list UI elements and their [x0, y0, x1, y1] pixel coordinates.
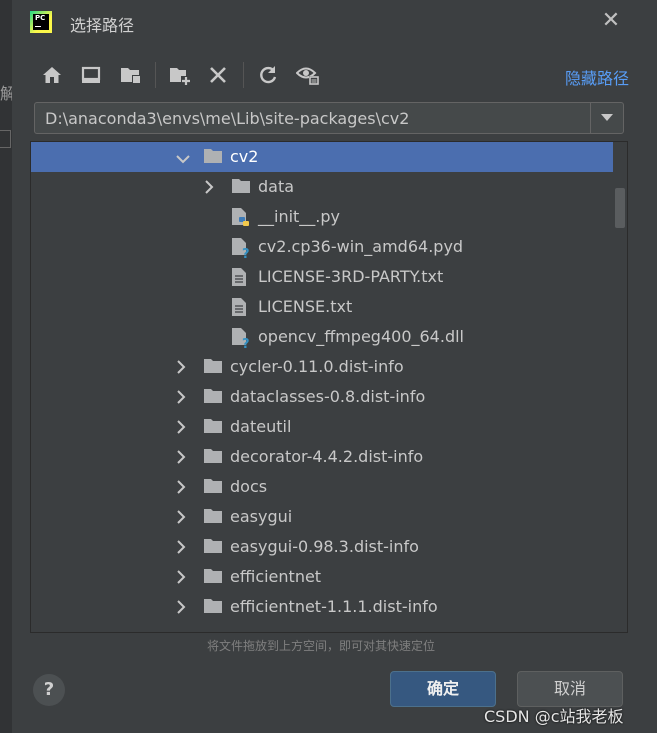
vertical-scrollbar[interactable] [613, 142, 627, 632]
folder-icon [203, 567, 223, 587]
tree-item-label: cv2.cp36-win_amd64.pyd [258, 237, 464, 256]
tree-item-label: opencv_ffmpeg400_64.dll [258, 327, 464, 346]
tree-folder-row[interactable]: dateutil [31, 412, 613, 442]
tree-folder-row[interactable]: data [31, 172, 613, 202]
text-file-icon [231, 297, 251, 317]
chevron-right-icon[interactable] [204, 179, 218, 195]
tree-file-row[interactable]: LICENSE.txt [31, 292, 613, 322]
folder-icon [203, 507, 223, 527]
tree-item-label: cv2 [230, 147, 259, 166]
folder-icon [203, 357, 223, 377]
tree-item-label: __init__.py [258, 207, 341, 226]
tree-item-label: LICENSE.txt [258, 297, 353, 316]
svg-text:?: ? [242, 337, 250, 349]
tree-folder-row[interactable]: easygui [31, 502, 613, 532]
tree-item-label: LICENSE-3RD-PARTY.txt [258, 267, 444, 286]
title-bar: PC 选择路径 ✕ [12, 0, 657, 44]
chevron-right-icon[interactable] [176, 419, 190, 435]
tree-item-label: efficientnet [230, 567, 322, 586]
chevron-down-icon [601, 114, 613, 121]
tree-file-row[interactable]: ? cv2.cp36-win_amd64.pyd [31, 232, 613, 262]
python-file-icon [231, 207, 251, 227]
close-icon: ✕ [601, 8, 621, 33]
tree-folder-row[interactable]: efficientnet-1.1.1.dist-info [31, 592, 613, 622]
hide-path-link[interactable]: 隐藏路径 [565, 65, 629, 89]
background-window-edge: 解 [0, 0, 16, 733]
project-folder-icon[interactable] [119, 63, 143, 87]
tree-item-label: efficientnet-1.1.1.dist-info [230, 597, 438, 616]
path-dropdown-button[interactable] [590, 103, 623, 133]
home-icon[interactable] [40, 63, 64, 87]
chevron-right-icon[interactable] [176, 509, 190, 525]
tree-item-label: decorator-4.4.2.dist-info [230, 447, 424, 466]
ok-button[interactable]: 确定 [390, 671, 496, 707]
folder-icon [203, 387, 223, 407]
select-path-dialog: PC 选择路径 ✕ 隐藏路径 D:\anaconda3\envs\me\Lib\… [12, 0, 657, 733]
tree-item-label: easygui [230, 507, 293, 526]
drag-drop-hint: 将文件拖放到上方空间，即可对其快速定位 [207, 639, 436, 653]
scrollbar-thumb[interactable] [615, 188, 625, 228]
tree-item-label: easygui-0.98.3.dist-info [230, 537, 419, 556]
tree-file-row[interactable]: LICENSE-3RD-PARTY.txt [31, 262, 613, 292]
tree-file-row[interactable]: ? opencv_ffmpeg400_64.dll [31, 322, 613, 352]
chevron-right-icon[interactable] [176, 569, 190, 585]
tree-folder-row[interactable]: decorator-4.4.2.dist-info [31, 442, 613, 472]
file-tree[interactable]: efficientnet-1.1.1.dist-info efficientnet… [30, 141, 628, 633]
show-hidden-icon[interactable] [296, 63, 320, 87]
desktop-icon[interactable] [79, 63, 103, 87]
chevron-right-icon[interactable] [176, 449, 190, 465]
toolbar-separator [155, 62, 156, 88]
folder-icon [203, 597, 223, 617]
path-input-value: D:\anaconda3\envs\me\Lib\site-packages\c… [45, 109, 410, 128]
text-file-icon [231, 267, 251, 287]
toolbar: 隐藏路径 [12, 58, 657, 92]
watermark: CSDN @c站我老板 [484, 707, 624, 726]
chevron-right-icon[interactable] [176, 479, 190, 495]
tree-item-label: docs [230, 477, 268, 496]
background-widget-fragment [0, 130, 11, 148]
tree-folder-row[interactable]: docs [31, 472, 613, 502]
folder-icon [203, 537, 223, 557]
unknown-file-icon: ? [231, 237, 251, 262]
unknown-file-icon: ? [231, 327, 251, 352]
chevron-right-icon[interactable] [176, 389, 190, 405]
folder-icon [203, 147, 223, 167]
chevron-right-icon[interactable] [176, 539, 190, 555]
tree-item-label: dataclasses-0.8.dist-info [230, 387, 426, 406]
chevron-down-icon[interactable] [176, 149, 190, 165]
tree-folder-row[interactable]: efficientnet [31, 562, 613, 592]
tree-folder-row[interactable]: cv2 [31, 142, 613, 172]
chevron-right-icon[interactable] [176, 359, 190, 375]
tree-folder-row[interactable]: easygui-0.98.3.dist-info [31, 532, 613, 562]
cancel-button[interactable]: 取消 [517, 671, 623, 707]
new-folder-icon[interactable] [168, 63, 192, 87]
tree-folder-row[interactable]: dataclasses-0.8.dist-info [31, 382, 613, 412]
tree-item-label: dateutil [230, 417, 292, 436]
tree-folder-row[interactable]: cycler-0.11.0.dist-info [31, 352, 613, 382]
toolbar-separator [243, 62, 244, 88]
folder-icon [203, 447, 223, 467]
folder-icon [231, 177, 251, 197]
chevron-right-icon[interactable] [176, 599, 190, 615]
close-button[interactable]: ✕ [598, 8, 624, 34]
dialog-title: 选择路径 [70, 16, 135, 35]
path-input[interactable]: D:\anaconda3\envs\me\Lib\site-packages\c… [34, 102, 624, 134]
delete-icon[interactable] [206, 63, 230, 87]
folder-icon [203, 477, 223, 497]
pycharm-logo-icon: PC [30, 11, 52, 33]
svg-text:?: ? [242, 247, 250, 259]
tree-item-label: cycler-0.11.0.dist-info [230, 357, 404, 376]
tree-item-label: data [258, 177, 295, 196]
folder-icon [203, 417, 223, 437]
refresh-icon[interactable] [256, 63, 280, 87]
tree-file-row[interactable]: __init__.py [31, 202, 613, 232]
help-button[interactable]: ? [33, 674, 65, 706]
